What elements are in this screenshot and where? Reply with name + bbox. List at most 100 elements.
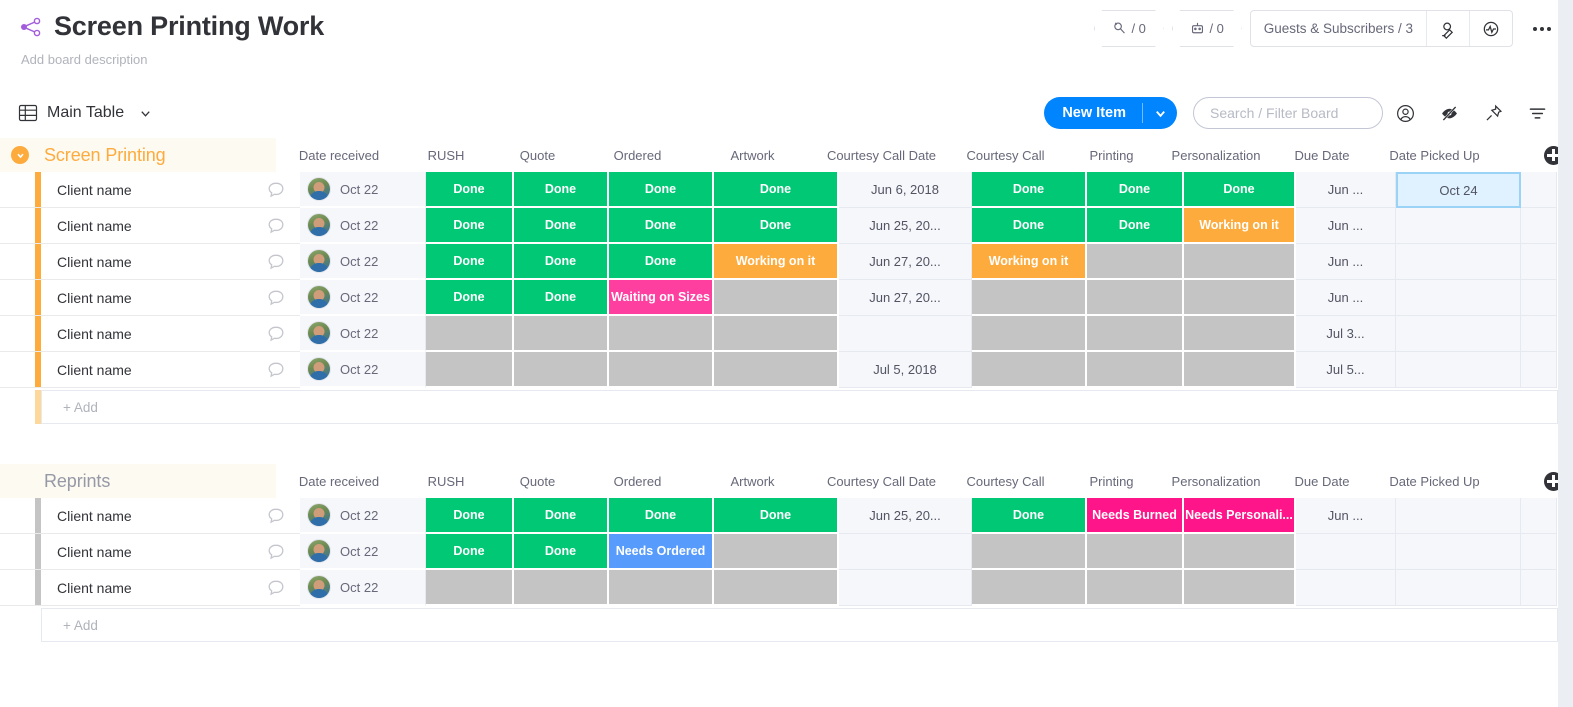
column-header-artwork[interactable]: Artwork xyxy=(690,474,815,489)
cell-blank[interactable] xyxy=(1521,244,1557,280)
column-header-quote[interactable]: Quote xyxy=(490,148,585,163)
chevron-down-icon[interactable] xyxy=(139,107,152,120)
cell-courtesy-call[interactable]: Done xyxy=(972,172,1087,208)
cell-printing[interactable]: Done xyxy=(1087,172,1184,208)
cell-due-date[interactable]: Jul 3... xyxy=(1296,316,1396,352)
cell-printing[interactable]: Needs Burned xyxy=(1087,498,1184,534)
cell-quote[interactable] xyxy=(514,570,609,606)
cell-due-date[interactable]: Jun ... xyxy=(1296,280,1396,316)
cell-ordered[interactable]: Done xyxy=(609,208,714,244)
row-name-label[interactable]: Client name xyxy=(57,254,266,270)
cell-due-date[interactable]: Jun ... xyxy=(1296,498,1396,534)
cell-date-received[interactable]: Oct 22 xyxy=(300,244,426,280)
cell-courtesy-call[interactable] xyxy=(972,280,1087,316)
cell-quote[interactable] xyxy=(514,352,609,388)
cell-courtesy-call-date[interactable] xyxy=(839,570,972,606)
cell-personalization[interactable] xyxy=(1184,534,1296,570)
group-title[interactable]: Screen Printing xyxy=(44,145,166,166)
cell-personalization[interactable] xyxy=(1184,316,1296,352)
cell-artwork[interactable] xyxy=(714,570,839,606)
cell-courtesy-call-date[interactable]: Jun 27, 20... xyxy=(839,244,972,280)
share-icon[interactable] xyxy=(18,14,44,40)
cell-personalization[interactable] xyxy=(1184,280,1296,316)
comment-bubble-icon[interactable] xyxy=(266,216,286,236)
cell-artwork[interactable]: Done xyxy=(714,172,839,208)
cell-printing[interactable] xyxy=(1087,352,1184,388)
row-name-cell[interactable]: Client name xyxy=(0,244,300,280)
row-name-cell[interactable]: Client name xyxy=(0,352,300,388)
avatar[interactable] xyxy=(307,575,331,599)
cell-due-date[interactable]: Jun ... xyxy=(1296,208,1396,244)
cell-artwork[interactable] xyxy=(714,534,839,570)
cell-date-received[interactable]: Oct 22 xyxy=(300,498,426,534)
avatar[interactable] xyxy=(307,249,331,273)
add-item-row[interactable]: + Add xyxy=(0,608,1573,642)
activity-log-button[interactable] xyxy=(1469,11,1512,46)
pin-icon[interactable] xyxy=(1471,91,1515,135)
integrations-chip[interactable]: / 0 xyxy=(1171,10,1242,47)
cell-date-picked-up[interactable]: Oct 24 xyxy=(1396,172,1521,208)
cell-date-picked-up[interactable] xyxy=(1396,244,1521,280)
cell-date-received[interactable]: Oct 22 xyxy=(300,352,426,388)
cell-courtesy-call-date[interactable] xyxy=(839,534,972,570)
cell-blank[interactable] xyxy=(1521,280,1557,316)
avatar[interactable] xyxy=(307,213,331,237)
group-title[interactable]: Reprints xyxy=(44,471,110,492)
comment-bubble-icon[interactable] xyxy=(266,324,286,344)
column-header-courtesy-call[interactable]: Courtesy Call xyxy=(948,148,1063,163)
cell-artwork[interactable]: Done xyxy=(714,208,839,244)
cell-due-date[interactable] xyxy=(1296,570,1396,606)
cell-artwork[interactable]: Working on it xyxy=(714,244,839,280)
cell-rush[interactable]: Done xyxy=(426,280,514,316)
avatar[interactable] xyxy=(307,357,331,381)
cell-artwork[interactable] xyxy=(714,316,839,352)
cell-date-received[interactable]: Oct 22 xyxy=(300,316,426,352)
cell-artwork[interactable] xyxy=(714,352,839,388)
column-header-date-received[interactable]: Date received xyxy=(276,148,402,163)
cell-rush[interactable] xyxy=(426,316,514,352)
cell-date-picked-up[interactable] xyxy=(1396,570,1521,606)
cell-courtesy-call[interactable] xyxy=(972,316,1087,352)
cell-date-picked-up[interactable] xyxy=(1396,316,1521,352)
cell-rush[interactable]: Done xyxy=(426,208,514,244)
column-header-date-received[interactable]: Date received xyxy=(276,474,402,489)
cell-rush[interactable] xyxy=(426,352,514,388)
invite-members-button[interactable] xyxy=(1426,11,1469,46)
cell-quote[interactable]: Done xyxy=(514,498,609,534)
cell-courtesy-call-date[interactable]: Jun 25, 20... xyxy=(839,498,972,534)
cell-rush[interactable]: Done xyxy=(426,172,514,208)
cell-courtesy-call[interactable] xyxy=(972,570,1087,606)
add-item-row[interactable]: + Add xyxy=(0,390,1573,424)
cell-printing[interactable] xyxy=(1087,244,1184,280)
cell-courtesy-call-date[interactable]: Jun 27, 20... xyxy=(839,280,972,316)
cell-printing[interactable] xyxy=(1087,570,1184,606)
comment-bubble-icon[interactable] xyxy=(266,506,286,526)
row-name-cell[interactable]: Client name xyxy=(0,280,300,316)
cell-quote[interactable]: Done xyxy=(514,208,609,244)
cell-courtesy-call[interactable] xyxy=(972,352,1087,388)
avatar[interactable] xyxy=(307,285,331,309)
column-header-courtesy-call-date[interactable]: Courtesy Call Date xyxy=(815,474,948,489)
column-header-personalization[interactable]: Personalization xyxy=(1160,474,1272,489)
cell-date-picked-up[interactable] xyxy=(1396,498,1521,534)
guests-subscribers-label[interactable]: Guests & Subscribers / 3 xyxy=(1251,11,1426,46)
automations-chip[interactable]: / 0 xyxy=(1093,10,1164,47)
cell-due-date[interactable] xyxy=(1296,534,1396,570)
row-name-cell[interactable]: Client name xyxy=(0,208,300,244)
cell-ordered[interactable]: Done xyxy=(609,172,714,208)
cell-date-picked-up[interactable] xyxy=(1396,280,1521,316)
row-name-cell[interactable]: Client name xyxy=(0,570,300,606)
cell-date-picked-up[interactable] xyxy=(1396,352,1521,388)
new-item-chevron-down-icon[interactable] xyxy=(1143,107,1177,120)
row-name-label[interactable]: Client name xyxy=(57,580,266,596)
cell-artwork[interactable]: Done xyxy=(714,498,839,534)
cell-blank[interactable] xyxy=(1521,498,1557,534)
column-header-printing[interactable]: Printing xyxy=(1063,148,1160,163)
comment-bubble-icon[interactable] xyxy=(266,578,286,598)
board-description[interactable]: Add board description xyxy=(21,52,1555,67)
avatar[interactable] xyxy=(307,503,331,527)
column-header-rush[interactable]: RUSH xyxy=(402,148,490,163)
search-input[interactable] xyxy=(1210,105,1366,121)
row-name-label[interactable]: Client name xyxy=(57,362,266,378)
cell-quote[interactable]: Done xyxy=(514,280,609,316)
